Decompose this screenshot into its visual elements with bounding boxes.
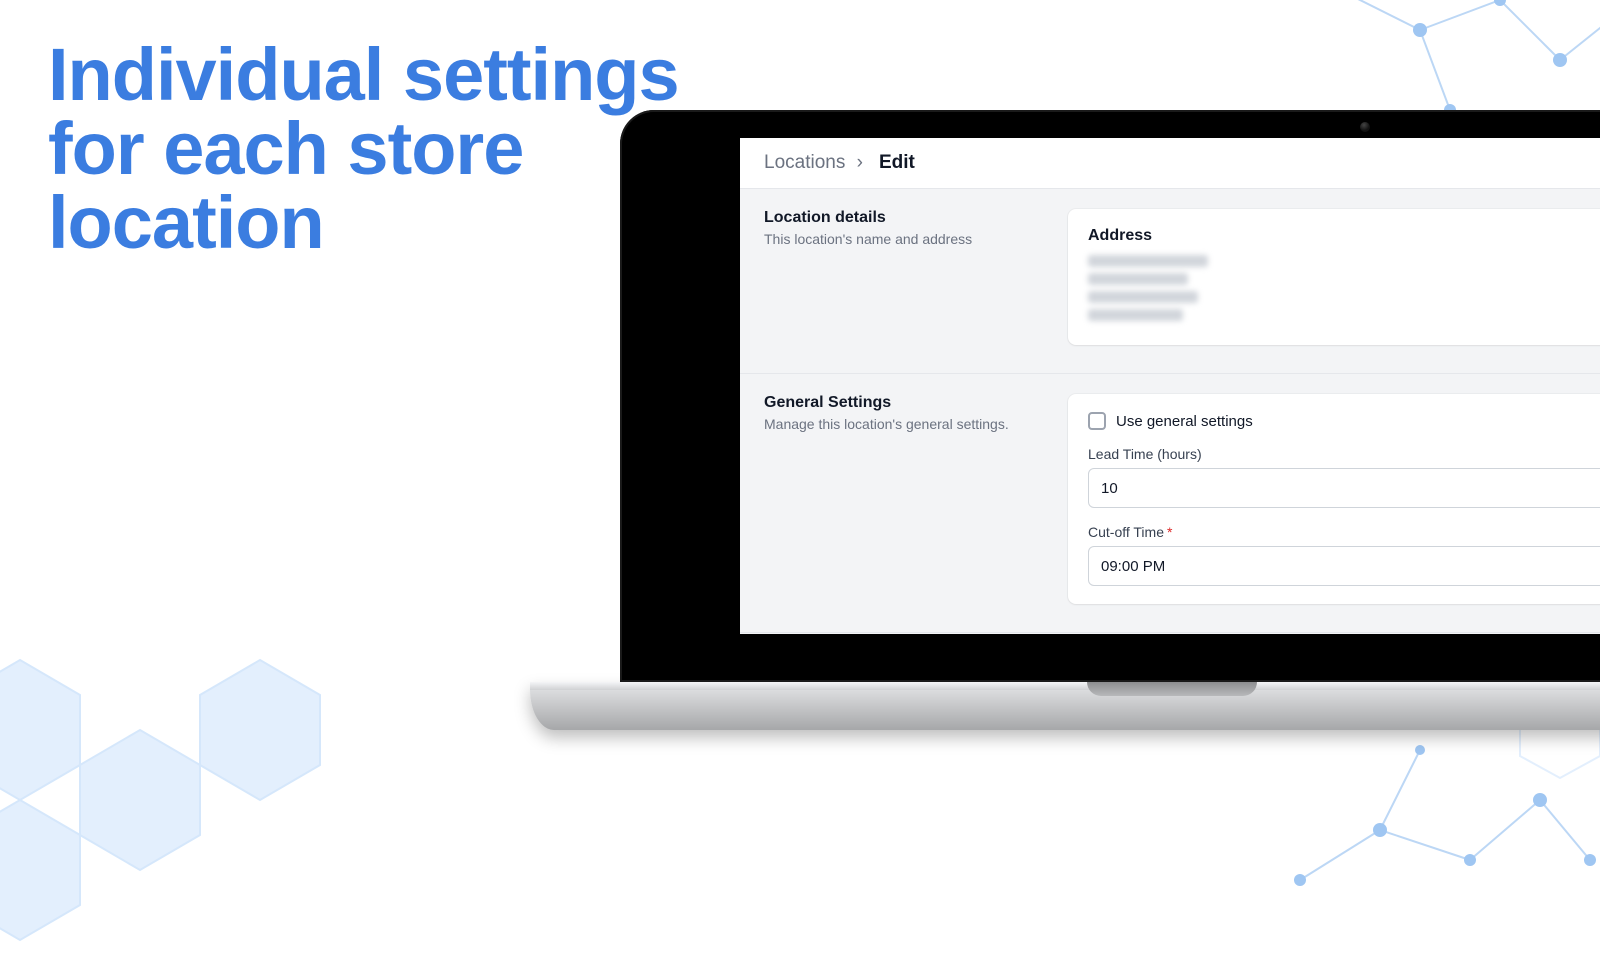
section-subtitle: This location's name and address [764,231,1044,247]
camera-icon [1360,122,1370,132]
app-screen: Locations › Edit Location details This lo… [740,138,1600,634]
address-line-redacted [1088,273,1188,285]
lead-time-label: Lead Time (hours) [1088,446,1600,462]
laptop-mockup: Locations › Edit Location details This lo… [530,110,1600,730]
section-location-details: Location details This location's name an… [740,189,1600,374]
cutoff-time-label-text: Cut-off Time [1088,524,1164,540]
laptop-bezel: Locations › Edit Location details This lo… [620,110,1600,682]
general-settings-card: Use general settings Lead Time (hours) C… [1068,394,1600,604]
breadcrumb-parent[interactable]: Locations [764,152,845,173]
decorative-hexagons-bottom-left [0,620,340,960]
section-subtitle: Manage this location's general settings. [764,416,1044,432]
use-general-settings-label: Use general settings [1116,413,1253,430]
lead-time-input[interactable] [1088,468,1600,508]
use-general-settings-checkbox[interactable] [1088,412,1106,430]
section-title: General Settings [764,394,1044,412]
section-title: Location details [764,209,1044,227]
address-line-redacted [1088,255,1208,267]
breadcrumb-current: Edit [879,152,915,173]
section-local-pickup: Local Pickup Manage this location's pick… [740,633,1600,634]
address-heading: Address [1088,227,1600,245]
section-general-settings: General Settings Manage this location's … [740,374,1600,633]
required-mark: * [1167,524,1172,540]
cutoff-time-input[interactable] [1088,546,1600,586]
laptop-notch [1087,682,1257,696]
cutoff-time-label: Cut-off Time* [1088,524,1600,540]
address-line-redacted [1088,291,1198,303]
laptop-base [530,682,1600,730]
address-line-redacted [1088,309,1183,321]
chevron-right-icon: › [857,152,863,174]
address-card: Address [1068,209,1600,345]
breadcrumb: Locations › Edit [740,138,1600,189]
